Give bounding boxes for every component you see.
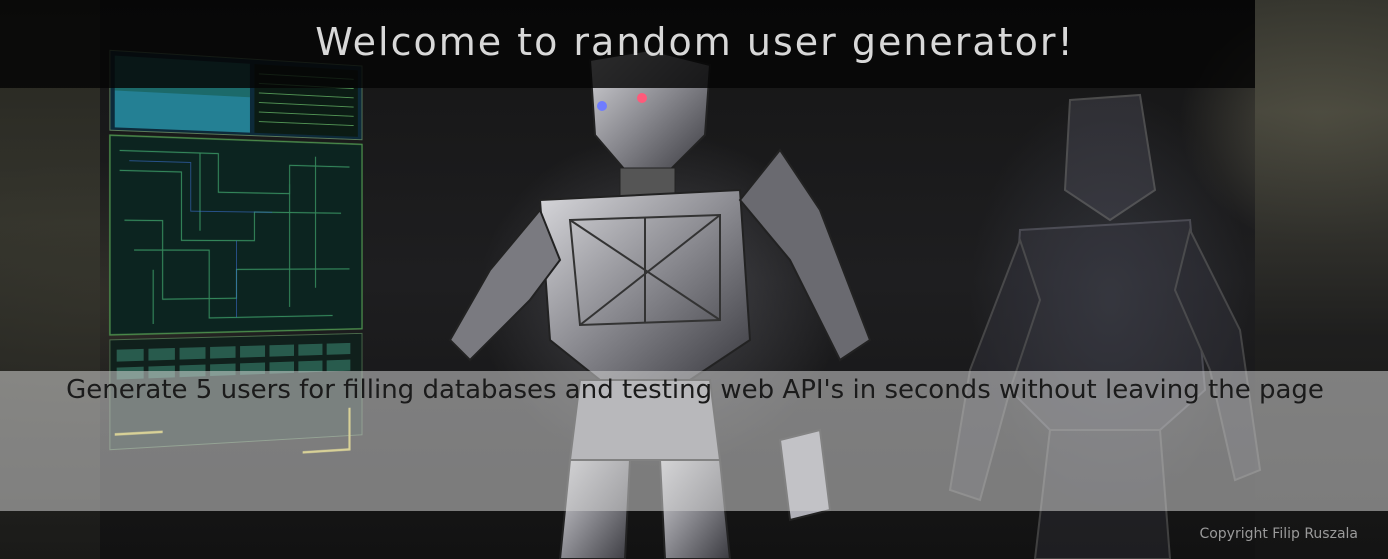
page-background: Welcome to random user generator! Genera… xyxy=(0,0,1388,559)
page-description: Generate 5 users for filling databases a… xyxy=(66,375,1324,405)
footer-copyright: Copyright Filip Ruszala xyxy=(1199,526,1358,542)
page-title: Welcome to random user generator! xyxy=(315,20,1075,64)
